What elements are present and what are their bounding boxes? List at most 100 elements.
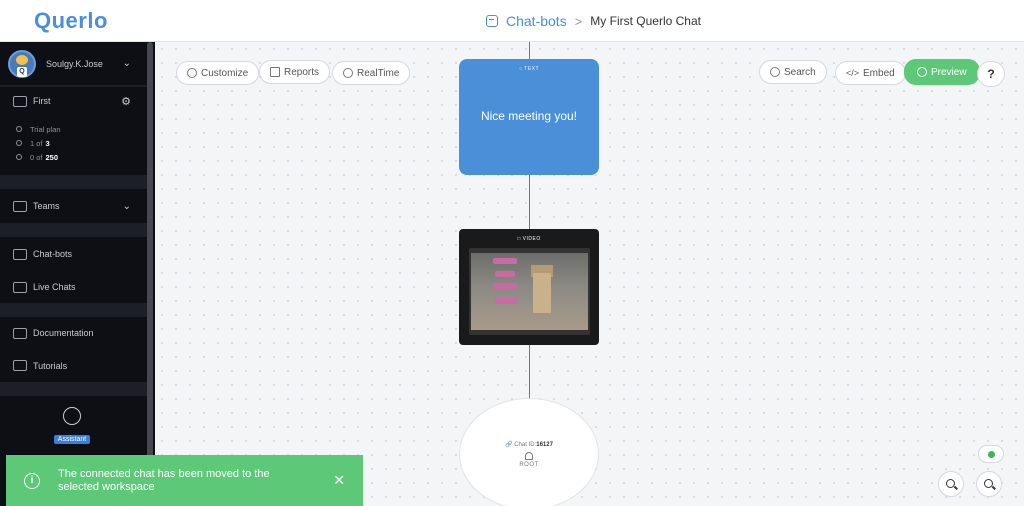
user-name: Soulgy.K.Jose — [46, 58, 103, 69]
video-chat-bubble — [493, 258, 517, 264]
video-chat-bubble — [495, 271, 515, 277]
sidebar-scrollbar[interactable] — [147, 42, 153, 462]
sidebar-item-documentation[interactable]: Documentation — [0, 317, 147, 349]
video-chat-bubble — [495, 298, 517, 304]
search-icon — [770, 67, 780, 77]
sidebar-item-label: Documentation — [33, 328, 94, 338]
sidebar-item-chat-bots[interactable]: Chat-bots — [0, 237, 147, 271]
status-indicator[interactable] — [978, 445, 1004, 463]
headset-icon — [63, 407, 81, 425]
connector-line — [529, 345, 530, 398]
toast-notification: i The connected chat has been moved to t… — [6, 455, 363, 506]
close-icon[interactable]: ✕ — [333, 472, 345, 489]
workspace-item[interactable]: First ⚙ — [0, 87, 147, 115]
avatar — [8, 49, 36, 78]
embed-button[interactable]: </> Embed — [835, 61, 906, 85]
seats-total: 3 — [45, 138, 50, 148]
divider — [0, 175, 147, 189]
chevron-down-icon[interactable]: ⌄ — [123, 58, 131, 69]
customize-label: Customize — [201, 67, 249, 79]
video-node[interactable]: □ VIDEO — [459, 229, 599, 345]
breadcrumb-separator: > — [574, 13, 583, 29]
video-image — [471, 253, 588, 330]
assistant-label: Assistant — [53, 435, 91, 444]
code-icon: </> — [846, 68, 860, 78]
user-icon — [16, 140, 22, 146]
teams-label: Teams — [33, 201, 60, 211]
preview-label: Preview — [931, 66, 967, 78]
breadcrumb: Chat-bots > My First Querlo Chat — [486, 13, 701, 29]
sidebar: Soulgy.K.Jose ⌄ First ⚙ Trial plan 1 of … — [0, 42, 155, 506]
zoom-out-icon — [984, 479, 993, 488]
sidebar-item-label: Chat-bots — [33, 249, 73, 259]
gear-icon — [187, 68, 197, 78]
sidebar-item-tutorials[interactable]: Tutorials — [0, 349, 147, 382]
sidebar-item-live-chats[interactable]: Live Chats — [0, 271, 147, 303]
monitor-icon — [13, 360, 27, 371]
preview-button[interactable]: Preview — [904, 59, 980, 85]
text-node-tag: ○ TEXT — [518, 66, 540, 72]
team-icon — [13, 200, 27, 212]
text-node[interactable]: ○ TEXT Nice meeting you! — [459, 59, 599, 175]
reports-button[interactable]: Reports — [259, 60, 331, 84]
root-label: ROOT — [519, 462, 539, 468]
info-icon: i — [24, 472, 40, 489]
reports-label: Reports — [284, 66, 320, 78]
connector-line — [529, 175, 530, 229]
eye-icon — [917, 67, 927, 77]
zoom-out-button[interactable] — [976, 471, 1002, 497]
chevron-down-icon[interactable]: ⌄ — [123, 201, 131, 212]
book-icon — [13, 327, 27, 339]
querlo-logo[interactable]: Querlo — [34, 8, 108, 34]
divider — [0, 303, 147, 317]
plan-label: Trial plan — [30, 124, 61, 134]
plan-info: Trial plan 1 of 3 0 of 250 — [0, 122, 147, 172]
sidebar-item-label: Tutorials — [33, 360, 68, 371]
plan-label-row: Trial plan — [0, 122, 147, 136]
realtime-label: RealTime — [357, 67, 400, 79]
video-node-tag: □ VIDEO — [517, 236, 541, 242]
search-label: Search — [784, 66, 816, 78]
rss-icon — [343, 68, 353, 78]
video-chat-bubble — [493, 283, 517, 289]
robot-icon — [486, 15, 498, 27]
video-figure-body — [533, 273, 551, 313]
divider — [0, 223, 147, 237]
zoom-in-button[interactable] — [938, 471, 964, 497]
seats-row: 1 of 3 — [0, 136, 147, 150]
search-button[interactable]: Search — [759, 60, 827, 84]
users-icon — [13, 95, 27, 107]
toast-message: The connected chat has been moved to the… — [58, 467, 270, 493]
pin-icon — [16, 126, 22, 132]
chat-id: 🔗 Chat ID:16127 — [505, 442, 553, 448]
connector-line — [529, 42, 530, 59]
assistant-button[interactable]: Assistant — [52, 407, 92, 446]
online-dot-icon — [988, 451, 995, 458]
root-node[interactable]: 🔗 Chat ID:16127 ROOT — [459, 398, 599, 506]
chats-total: 250 — [45, 152, 59, 162]
chat-bubbles-icon — [13, 281, 27, 293]
robot-icon — [13, 248, 27, 260]
customize-button[interactable]: Customize — [176, 61, 260, 85]
chart-icon — [270, 67, 280, 77]
help-button[interactable]: ? — [977, 61, 1005, 87]
seats-prefix: 1 of — [30, 138, 43, 148]
video-thumbnail[interactable] — [469, 248, 590, 335]
zoom-in-icon — [946, 479, 955, 488]
sidebar-item-label: Live Chats — [33, 282, 76, 292]
chat-icon — [16, 154, 22, 160]
text-node-message: Nice meeting you! — [480, 109, 578, 123]
sidebar-item-teams[interactable]: Teams ⌄ — [0, 189, 147, 223]
gear-icon[interactable]: ⚙ — [121, 95, 131, 108]
breadcrumb-current: My First Querlo Chat — [590, 14, 701, 28]
bell-icon — [525, 452, 533, 460]
top-bar: Querlo Chat-bots > My First Querlo Chat — [0, 0, 1024, 42]
user-menu[interactable]: Soulgy.K.Jose ⌄ — [0, 42, 147, 85]
workspace-name: First — [33, 96, 51, 106]
divider — [0, 382, 147, 396]
breadcrumb-chat-bots[interactable]: Chat-bots — [506, 13, 567, 29]
embed-label: Embed — [863, 67, 895, 79]
chats-row: 0 of 250 — [0, 150, 147, 164]
chats-prefix: 0 of — [30, 152, 43, 162]
realtime-button[interactable]: RealTime — [332, 61, 411, 85]
